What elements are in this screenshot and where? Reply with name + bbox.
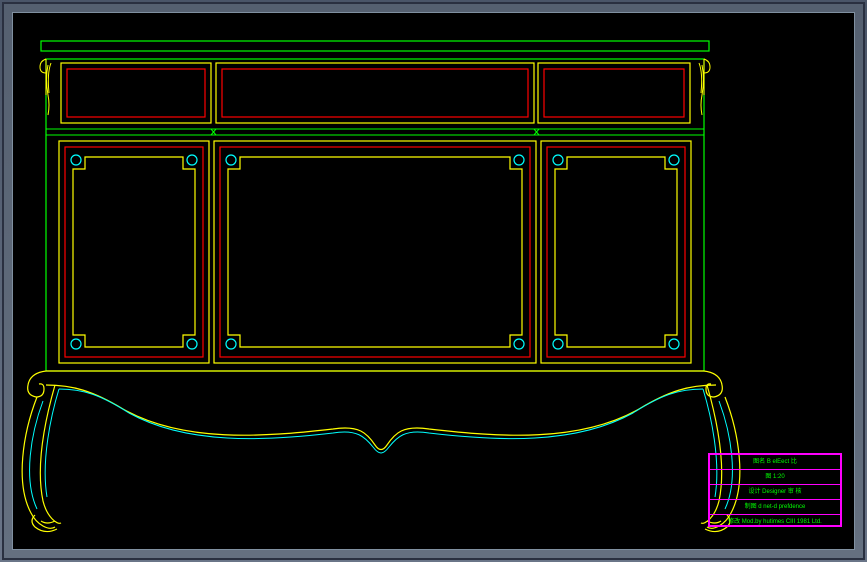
lower-panels-red [65,147,685,357]
upper-panels-outer [61,63,690,123]
title-row-3: 设计 Designer 审 核 [710,485,840,500]
apron-legs-outer [22,371,740,532]
title-row-2: 图 1:20 [710,470,840,485]
hardware-circles [71,155,679,349]
top-slab-outline [41,41,709,371]
upper-panels-inner [67,69,684,117]
mid-rail [46,129,704,135]
title-row-1: 图名 B elEect 比 [710,455,840,470]
title-block: 图名 B elEect 比 图 1:20 设计 Designer 审 核 制图 … [708,453,842,527]
window-frame: 图名 B elEect 比 图 1:20 设计 Designer 审 核 制图 … [2,2,865,560]
lower-panels-inner-yellow [73,157,677,347]
lower-panels-outer [59,141,691,363]
cad-canvas[interactable]: 图名 B elEect 比 图 1:20 设计 Designer 审 核 制图 … [12,12,855,550]
title-row-5: 修改 Mod.by hutimes CIII 1981 Ltd. [710,515,840,529]
title-row-4: 制图 d net-d prefdence [710,500,840,515]
